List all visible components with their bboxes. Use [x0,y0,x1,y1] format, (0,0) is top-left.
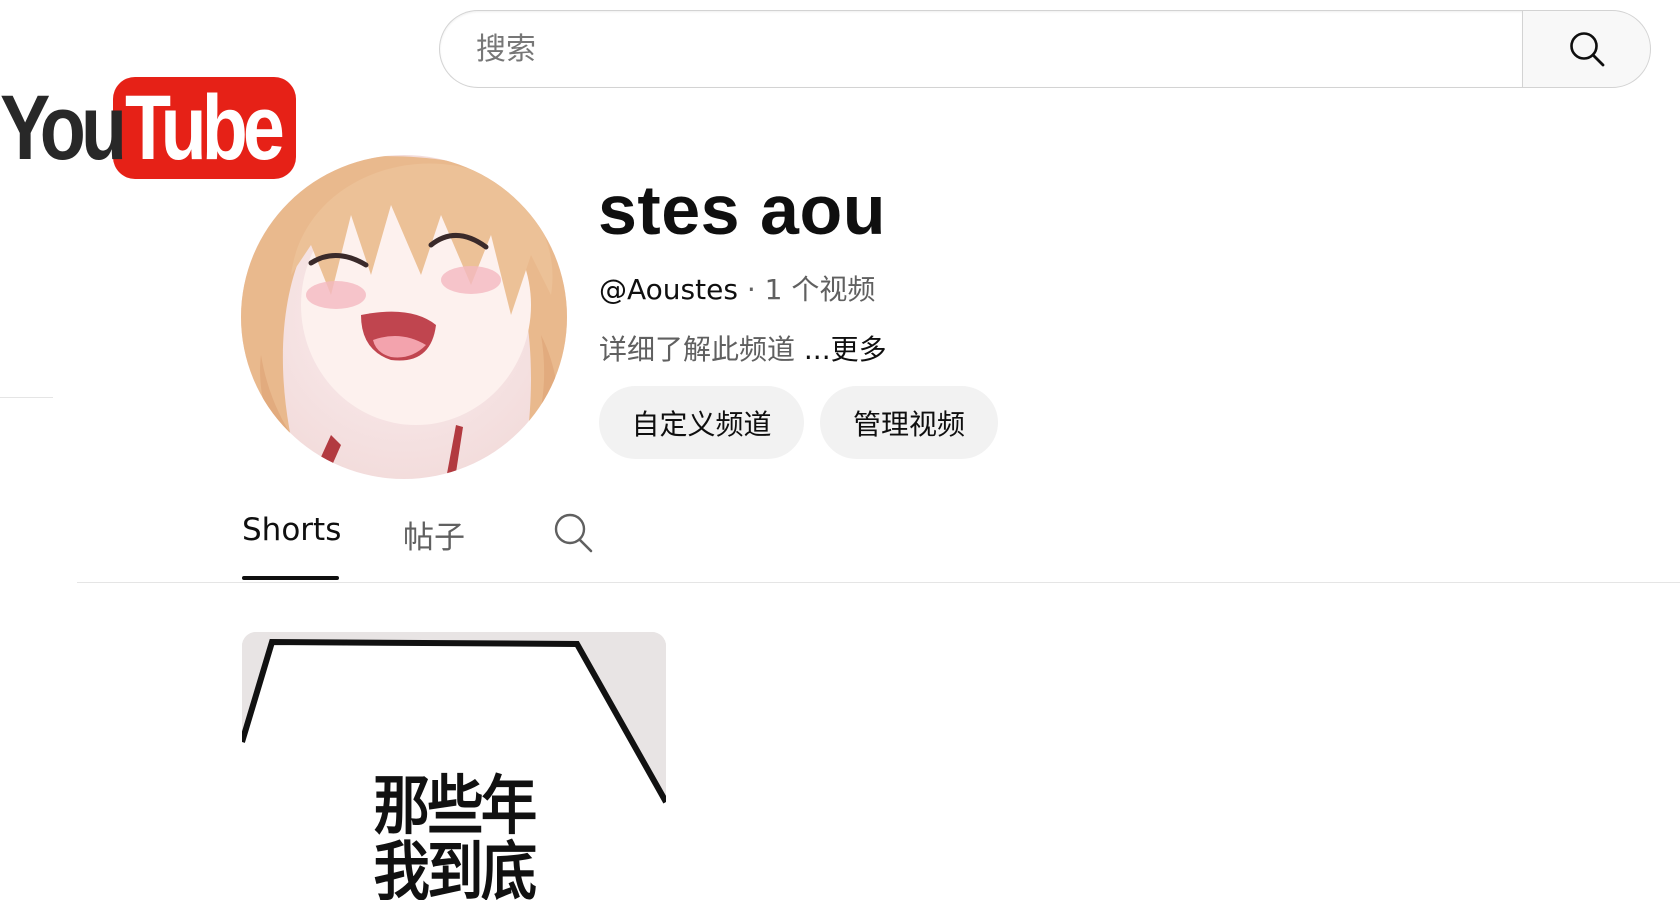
short-thumbnail[interactable]: 那些年 我到底 [242,632,666,900]
channel-meta: @Aoustes · 1 个视频 [599,268,875,308]
more-link[interactable]: ...更多 [804,333,887,366]
tab-posts[interactable]: 帖子 [403,512,465,557]
tab-shorts[interactable]: Shorts [242,512,341,548]
logo-you-text: You [0,77,127,179]
search-button[interactable] [1522,10,1651,88]
meta-separator: · [737,273,765,306]
active-tab-indicator [242,576,339,580]
youtube-logo[interactable]: You Tube [0,77,296,179]
video-count: 1 个视频 [764,273,876,306]
tab-search-button[interactable] [552,512,594,554]
logo-tube-badge: Tube [112,77,296,179]
sidebar-divider [0,397,53,398]
short-title: 那些年 我到底 [373,770,537,900]
search-icon [1569,32,1604,67]
logo-tube-text: Tube [124,77,285,179]
manage-videos-button[interactable]: 管理视频 [820,386,998,459]
search-input[interactable] [474,30,1523,68]
channel-name: stes aou [598,171,886,249]
channel-description[interactable]: 详细了解此频道 ...更多 [599,328,887,368]
search-icon [554,513,593,553]
customize-channel-button[interactable]: 自定义频道 [599,386,804,459]
avatar-image [241,155,567,479]
tabs-divider [77,582,1680,583]
description-text: 详细了解此频道 [599,333,804,366]
channel-avatar[interactable] [241,155,567,479]
search-box [439,10,1523,88]
channel-handle: @Aoustes [599,273,738,306]
